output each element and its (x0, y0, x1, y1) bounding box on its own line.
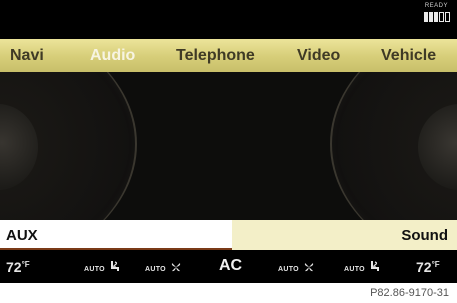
source-bar (0, 220, 457, 250)
nav-item-video[interactable]: Video (297, 47, 340, 65)
status-bar: READY (0, 0, 457, 38)
left-fan-auto-button[interactable]: AUTO (145, 258, 182, 276)
left-temperature[interactable]: 72°F (6, 259, 30, 275)
sound-button[interactable]: Sound (401, 227, 448, 244)
right-temp-value: 72 (416, 259, 432, 275)
auto-label: AUTO (278, 266, 299, 273)
nav-item-navi[interactable]: Navi (10, 47, 44, 65)
nav-item-vehicle[interactable]: Vehicle (381, 47, 436, 65)
battery-level-icon (424, 12, 450, 22)
left-temp-unit: °F (21, 260, 30, 269)
right-temperature[interactable]: 72°F (416, 259, 440, 275)
nav-item-telephone[interactable]: Telephone (176, 47, 255, 65)
airflow-seat-icon (111, 261, 120, 272)
nav-item-audio[interactable]: Audio (90, 47, 135, 65)
ac-button[interactable]: AC (219, 257, 242, 275)
right-fan-auto-button[interactable]: AUTO (278, 258, 315, 276)
auto-label: AUTO (145, 266, 166, 273)
auto-label: AUTO (344, 266, 365, 273)
fan-icon (172, 262, 181, 271)
right-airflow-auto-button[interactable]: AUTO (344, 258, 381, 276)
source-label: AUX (6, 227, 38, 244)
left-temp-value: 72 (6, 259, 22, 275)
fan-icon (305, 262, 314, 271)
auto-label: AUTO (84, 266, 105, 273)
head-unit-screen: READY Navi Audio Telephone Video Vehicle… (0, 0, 457, 283)
airflow-seat-icon (371, 261, 380, 272)
aux-display-area (0, 72, 457, 220)
ready-label: READY (424, 3, 448, 9)
left-airflow-auto-button[interactable]: AUTO (84, 258, 121, 276)
right-temp-unit: °F (431, 260, 440, 269)
figure-reference: P82.86-9170-31 (370, 287, 449, 299)
main-function-bar: Navi Audio Telephone Video Vehicle (0, 39, 457, 72)
